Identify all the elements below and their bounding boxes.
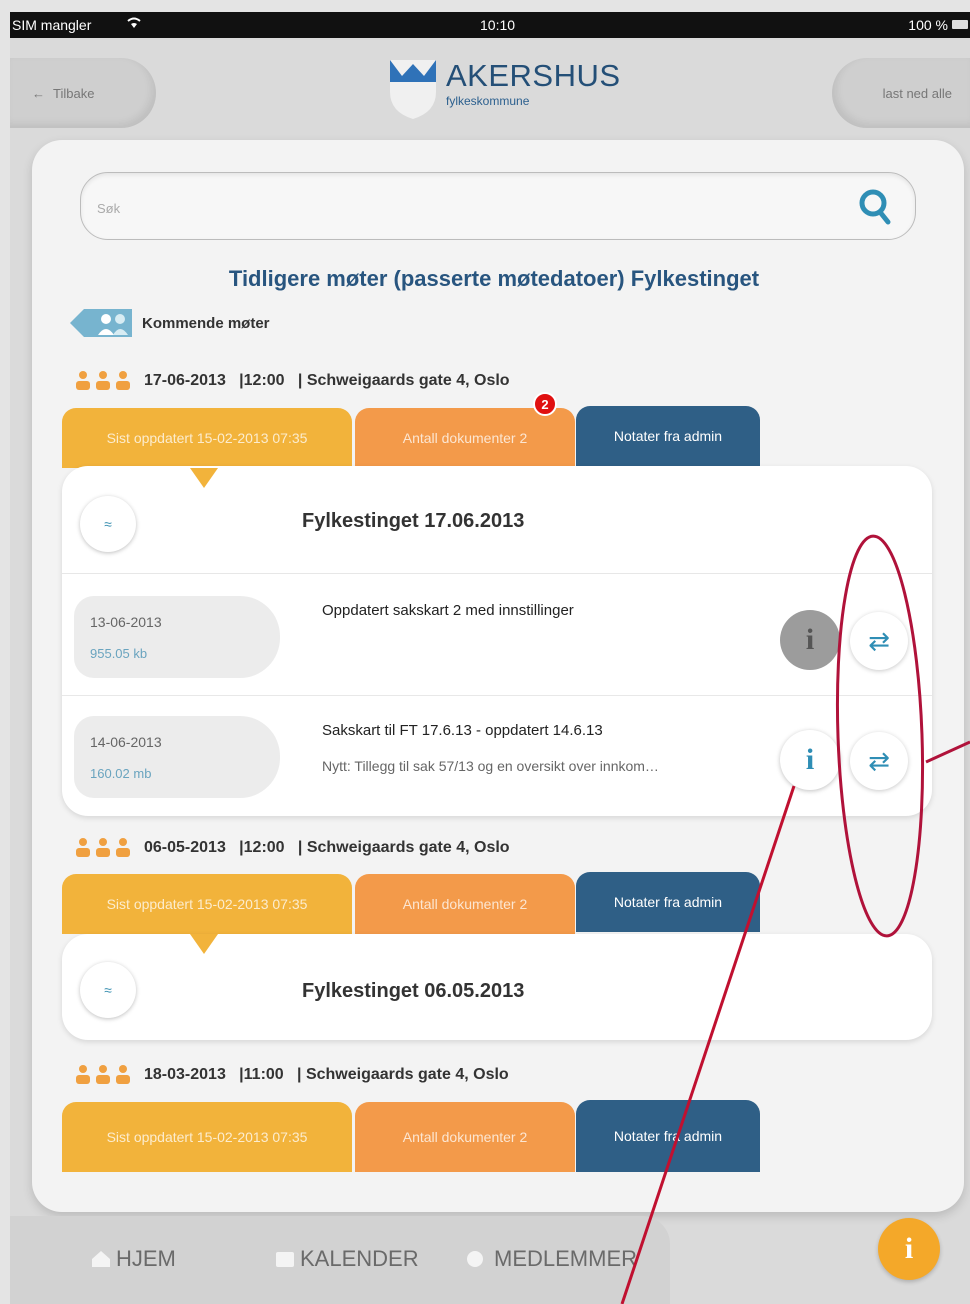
- calendar-icon: [276, 1252, 294, 1267]
- meeting-info-text: 06-05-2013 |12:00 | Schweigaards gate 4,…: [144, 839, 510, 856]
- tab-document-count-label: Antall dokumenter 2: [402, 896, 528, 912]
- document-row[interactable]: 14-06-2013 160.02 mb Sakskart til FT 17.…: [62, 696, 932, 816]
- document-title: Oppdatert sakskart 2 med innstillinger: [322, 602, 574, 619]
- sync-icon: ⇄: [868, 625, 890, 656]
- meeting-info-line: 17-06-2013 |12:00 | Schweigaards gate 4,…: [74, 368, 510, 394]
- document-count-badge: 2: [533, 392, 557, 416]
- tab-document-count-label: Antall dokumenter 2: [402, 1129, 528, 1145]
- search-field[interactable]: Søk: [80, 172, 916, 240]
- logo-name: AKERSHUS: [446, 58, 621, 93]
- tab-document-count-label: Antall dokumenter 2: [402, 430, 528, 446]
- bottom-navigation: HJEM KALENDER MEDLEMMER: [10, 1216, 670, 1304]
- document-row[interactable]: 13-06-2013 955.05 kb Oppdatert sakskart …: [62, 576, 932, 696]
- logo: AKERSHUS fylkeskommune: [388, 58, 628, 128]
- tab-pointer: [190, 468, 218, 488]
- meeting-info-line: 06-05-2013 |12:00 | Schweigaards gate 4,…: [74, 835, 510, 861]
- meeting-card: ≈ Fylkestinget 17.06.2013 13-06-2013 955…: [62, 466, 932, 816]
- document-date: 13-06-2013: [90, 614, 162, 630]
- upcoming-meetings-label: Kommende møter: [142, 314, 270, 332]
- document-meta: 13-06-2013 955.05 kb: [74, 596, 280, 678]
- home-icon: [92, 1251, 110, 1267]
- battery-label: 100 %: [908, 17, 948, 33]
- document-size: 955.05 kb: [90, 646, 148, 661]
- akershus-shield-icon: [390, 60, 436, 119]
- tab-last-updated[interactable]: Sist oppdatert 15-02-2013 07:35: [62, 408, 352, 468]
- wifi-icon: [125, 14, 143, 34]
- collapse-button[interactable]: ≈: [80, 962, 136, 1018]
- document-size: 160.02 mb: [90, 766, 152, 781]
- search-icon[interactable]: [857, 187, 893, 227]
- page-title: Tidligere møter (passerte møtedatoer) Fy…: [228, 266, 760, 291]
- info-icon: i: [904, 1232, 914, 1265]
- tab-admin-notes[interactable]: Notater fra admin: [576, 406, 760, 466]
- tab-admin-notes[interactable]: Notater fra admin: [576, 1100, 760, 1172]
- document-info-button[interactable]: i: [780, 730, 840, 790]
- battery-icon: [952, 20, 968, 29]
- info-icon: i: [805, 623, 815, 656]
- tab-last-updated[interactable]: Sist oppdatert 15-02-2013 07:35: [62, 1102, 352, 1172]
- back-button[interactable]: ← Tilbake: [10, 58, 156, 128]
- tab-last-updated-label: Sist oppdatert 15-02-2013 07:35: [106, 1129, 308, 1145]
- document-title: Sakskart til FT 17.6.13 - oppdatert 14.6…: [322, 722, 603, 739]
- tab-pointer: [190, 934, 218, 954]
- tab-document-count[interactable]: Antall dokumenter 2: [355, 1102, 575, 1172]
- logo-subtitle: fylkeskommune: [446, 94, 530, 108]
- collapse-chevron-icon: ≈: [104, 516, 112, 532]
- back-arrow-icon: ←: [32, 85, 45, 101]
- document-sync-button[interactable]: ⇄: [850, 732, 908, 790]
- carrier-label: SIM mangler: [12, 17, 92, 33]
- tab-last-updated[interactable]: Sist oppdatert 15-02-2013 07:35: [62, 874, 352, 934]
- tab-document-count[interactable]: Antall dokumenter 2: [355, 408, 575, 468]
- tab-admin-notes-label: Notater fra admin: [613, 894, 723, 910]
- people-icon: [76, 371, 130, 390]
- document-info-button[interactable]: i: [780, 610, 840, 670]
- meeting-info-text: 18-03-2013 |11:00 | Schweigaards gate 4,…: [144, 1066, 509, 1083]
- people-icon: [76, 838, 130, 857]
- upcoming-arrow-icon: [70, 309, 132, 337]
- nav-calendar-label: KALENDER: [300, 1246, 419, 1271]
- tab-last-updated-label: Sist oppdatert 15-02-2013 07:35: [106, 430, 308, 446]
- tab-admin-notes-label: Notater fra admin: [613, 428, 723, 444]
- tab-last-updated-label: Sist oppdatert 15-02-2013 07:35: [106, 896, 308, 912]
- download-all-label: last ned alle: [882, 85, 952, 101]
- collapse-chevron-icon: ≈: [104, 982, 112, 998]
- meeting-title: Fylkestinget 06.05.2013: [302, 980, 525, 1002]
- download-all-button[interactable]: last ned alle: [832, 58, 970, 128]
- search-placeholder: Søk: [97, 201, 121, 216]
- meeting-title: Fylkestinget 17.06.2013: [302, 510, 525, 532]
- document-meta: 14-06-2013 160.02 mb: [74, 716, 280, 798]
- document-sync-button[interactable]: ⇄: [850, 612, 908, 670]
- members-icon: [467, 1251, 483, 1267]
- collapse-button[interactable]: ≈: [80, 496, 136, 552]
- nav-members[interactable]: MEDLEMMER: [462, 1246, 637, 1272]
- info-fab-button[interactable]: i: [878, 1218, 940, 1280]
- status-bar: SIM mangler 10:10 100 %: [10, 12, 970, 38]
- clock: 10:10: [480, 17, 516, 33]
- meeting-info-text: 17-06-2013 |12:00 | Schweigaards gate 4,…: [144, 372, 510, 389]
- info-icon: i: [805, 743, 815, 776]
- back-button-label: Tilbake: [53, 85, 95, 101]
- tab-document-count[interactable]: Antall dokumenter 2: [355, 874, 575, 934]
- tab-admin-notes-label: Notater fra admin: [613, 1128, 723, 1144]
- tab-admin-notes[interactable]: Notater fra admin: [576, 872, 760, 932]
- meeting-info-line: 18-03-2013 |11:00 | Schweigaards gate 4,…: [74, 1062, 509, 1088]
- upcoming-meetings-link[interactable]: Kommende møter: [70, 307, 270, 339]
- nav-members-label: MEDLEMMER: [494, 1246, 638, 1271]
- document-note: Nytt: Tillegg til sak 57/13 og en oversi…: [322, 758, 659, 774]
- nav-home-label: HJEM: [116, 1246, 176, 1271]
- people-icon: [76, 1065, 130, 1084]
- nav-home[interactable]: HJEM: [90, 1246, 176, 1272]
- document-date: 14-06-2013: [90, 734, 162, 750]
- sync-icon: ⇄: [868, 745, 890, 776]
- nav-calendar[interactable]: KALENDER: [274, 1246, 419, 1272]
